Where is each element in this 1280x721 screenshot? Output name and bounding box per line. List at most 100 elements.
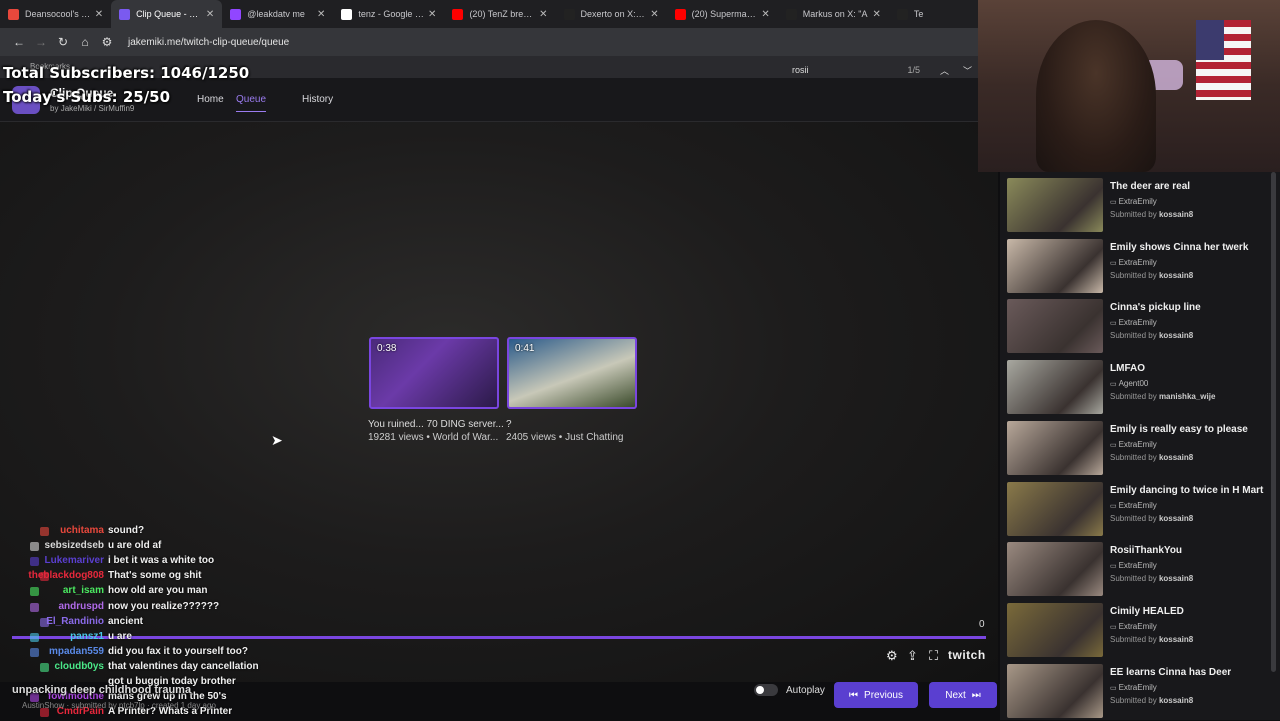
chat-badge-icon: [30, 587, 39, 597]
related-clip-title-1[interactable]: You ruined... 70 DING server...: [368, 419, 504, 430]
back-icon[interactable]: ←: [8, 35, 30, 49]
chat-message: art_isam how old are you man: [0, 585, 300, 600]
previous-icon: ⏮: [849, 689, 859, 701]
queue-item-channel: ExtraEmily: [1110, 440, 1157, 449]
browser-tab[interactable]: Markus on X: "A ✕: [778, 0, 889, 28]
close-icon[interactable]: ✕: [428, 9, 436, 20]
tab-favicon: [8, 8, 19, 20]
close-icon[interactable]: ✕: [95, 9, 103, 20]
forward-icon[interactable]: →: [30, 35, 52, 49]
submitted-by-label: Submitted by: [1110, 210, 1157, 219]
tab-label: (20) Superman (202: [691, 9, 758, 19]
reload-icon[interactable]: ↻: [52, 35, 74, 49]
queue-item[interactable]: RosiiThankYou ExtraEmily Submitted by koss…: [1006, 542, 1278, 598]
chat-message: sebsizedseb u are old af: [0, 540, 300, 555]
tab-favicon: [896, 8, 908, 20]
nav-queue[interactable]: Queue: [236, 94, 267, 112]
related-clip-duration-2: 0:41: [515, 343, 535, 354]
close-icon[interactable]: ✕: [761, 9, 769, 20]
queue-item-title: LMFAO: [1110, 363, 1145, 375]
chat-text: sound?: [108, 525, 145, 536]
nav-history[interactable]: History: [302, 94, 333, 105]
queue-item-submitter: Submitted by kossain8: [1110, 514, 1193, 523]
find-up-icon[interactable]: ︿: [940, 64, 949, 77]
clip-submission-info: AustinShow · submitted by ptcb7lp · crea…: [22, 701, 216, 710]
close-icon[interactable]: ✕: [650, 9, 658, 20]
queue-item-thumbnail[interactable]: [1007, 420, 1103, 475]
fullscreen-icon[interactable]: ⛶: [929, 648, 938, 664]
submitted-by-label: Submitted by: [1110, 695, 1157, 705]
browser-tab[interactable]: Deansocool's Twitc ✕: [0, 0, 111, 28]
url-field[interactable]: jakemiki.me/twitch-clip-queue/queue: [128, 37, 289, 48]
related-clip-duration-1: 0:38: [377, 343, 397, 354]
chat-text: ancient: [108, 615, 144, 627]
clip-queue-list: The deer are real ExtraEmily Submitted by …: [1000, 172, 1280, 720]
queue-item-thumbnail[interactable]: [1007, 663, 1103, 718]
browser-tab[interactable]: (20) Superman (202✕: [667, 0, 778, 28]
related-clip-meta-2: 2405 views • Just Chatting: [506, 432, 624, 443]
queue-item-thumbnail[interactable]: [1007, 299, 1103, 354]
player-counter: 0: [979, 619, 985, 630]
queue-item[interactable]: Emily is really easy to please ExtraEmily…: [1006, 420, 1278, 477]
previous-button[interactable]: ⏮ Previous: [834, 682, 918, 708]
share-icon[interactable]: ⇪: [907, 648, 918, 664]
browser-tab[interactable]: tenz - Google Sear ✕: [333, 0, 444, 28]
related-clip-title-2[interactable]: ?: [506, 419, 512, 430]
browser-tab[interactable]: @leakdatv me ✕: [222, 0, 333, 28]
queue-item-title: Cimily HEALED: [1110, 605, 1184, 617]
queue-item[interactable]: LMFAO Agent00 Submitted by manishka_wije: [1006, 360, 1278, 416]
submitter-name: kossain8: [1158, 452, 1194, 462]
submitter-name: kossain8: [1158, 574, 1194, 584]
related-clip-thumbnail-1[interactable]: 0:38: [369, 337, 499, 409]
queue-scrollbar[interactable]: [1271, 172, 1276, 672]
queue-item-thumbnail[interactable]: [1007, 238, 1103, 293]
queue-item-submitter: Submitted by kossain8: [1110, 210, 1193, 219]
queue-item[interactable]: The deer are real ExtraEmily Submitted by …: [1006, 178, 1278, 234]
queue-item[interactable]: EE learns Cinna has Deer ExtraEmily Submit…: [1006, 663, 1278, 720]
find-input[interactable]: rosii: [792, 65, 907, 75]
chat-username: theblackdog808: [28, 570, 104, 582]
submitted-by-label: Submitted by: [1110, 270, 1157, 280]
chat-text: i bet it was a white too: [108, 555, 215, 567]
mouse-cursor-icon: ➤: [271, 432, 283, 448]
autoplay-toggle[interactable]: [754, 684, 778, 696]
tab-label: (20) TenZ breaks up: [469, 9, 536, 19]
chat-text: That's some og shit: [108, 570, 202, 582]
tab-favicon: [785, 8, 797, 20]
close-icon[interactable]: ✕: [206, 9, 214, 20]
queue-item-thumbnail[interactable]: [1007, 178, 1103, 232]
chat-text: u are old af: [108, 540, 162, 552]
chat-username: El_Randinio: [46, 615, 104, 627]
browser-tab[interactable]: (20) TenZ breaks up✕: [444, 0, 555, 28]
submitter-name: kossain8: [1158, 634, 1194, 644]
queue-item-thumbnail[interactable]: [1007, 481, 1103, 536]
close-icon[interactable]: ✕: [872, 9, 880, 20]
browser-tab[interactable]: Dexerto on X: "Stre✕: [556, 0, 667, 28]
queue-item[interactable]: Emily dancing to twice in H Mart ExtraEmi…: [1006, 481, 1278, 538]
queue-item-thumbnail[interactable]: [1007, 542, 1103, 597]
close-icon[interactable]: ✕: [317, 9, 325, 20]
queue-item-channel: ExtraEmily: [1110, 683, 1157, 692]
chat-username: Lukemariver: [44, 555, 104, 567]
submitted-by-label: Submitted by: [1110, 634, 1157, 644]
related-clip-thumbnail-2[interactable]: 0:41: [507, 337, 637, 409]
queue-item-thumbnail[interactable]: [1007, 602, 1103, 657]
next-button[interactable]: Next ⏭: [929, 682, 997, 708]
home-icon[interactable]: ⌂: [74, 35, 96, 49]
chat-message: andruspd now you realize??????: [0, 601, 300, 616]
twitch-logo[interactable]: twitch: [948, 648, 986, 662]
settings-icon[interactable]: ⚙: [886, 648, 898, 664]
queue-item-thumbnail[interactable]: [1007, 360, 1103, 415]
queue-item[interactable]: Cinna's pickup line ExtraEmily Submitted b…: [1006, 299, 1278, 355]
find-down-icon[interactable]: ﹀: [963, 64, 972, 77]
submitter-name: kossain8: [1158, 331, 1194, 341]
close-icon[interactable]: ✕: [539, 9, 547, 20]
queue-item[interactable]: Cimily HEALED ExtraEmily Submitted by koss…: [1006, 602, 1278, 659]
browser-tab[interactable]: Clip Queue - Open ✕: [111, 0, 223, 28]
chat-text: did you fax it to yourself too?: [108, 645, 248, 657]
nav-home[interactable]: Home: [197, 94, 224, 105]
site-info-icon[interactable]: ⚙: [96, 35, 118, 49]
chat-message: mpadan559 did you fax it to yourself too?: [0, 646, 300, 661]
related-clip-meta-1: 19281 views • World of War...: [368, 432, 499, 443]
queue-item[interactable]: Emily shows Cinna her twerk ExtraEmily Sub…: [1006, 238, 1278, 295]
